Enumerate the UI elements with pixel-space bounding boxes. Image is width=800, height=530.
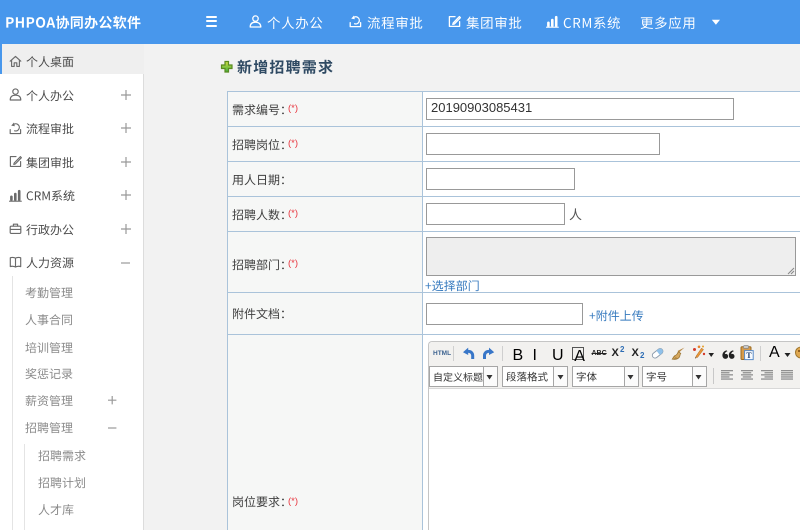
svg-text:T: T [746,351,752,360]
